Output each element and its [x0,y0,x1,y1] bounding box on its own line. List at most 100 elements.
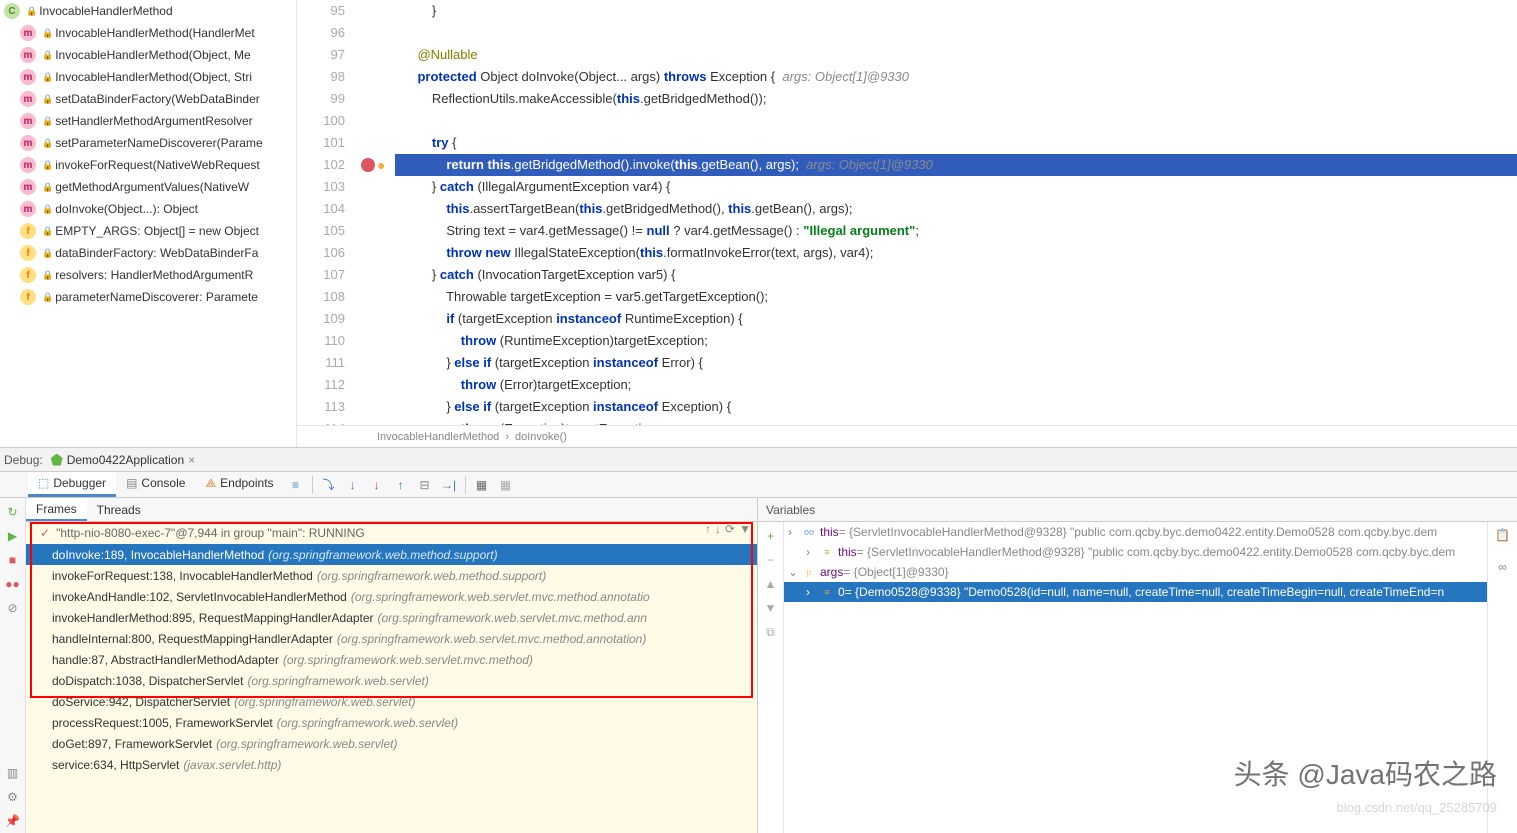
next-frame-icon[interactable]: ↓ [715,522,721,536]
layout-icon[interactable]: ▥ [3,763,23,783]
thread-header[interactable]: ✓ "http-nio-8080-exec-7"@7,944 in group … [26,522,757,544]
step-out-icon[interactable]: ↑ [390,474,412,496]
gutter-markers[interactable]: ● [357,0,395,425]
trace-icon[interactable]: ▦ [495,474,517,496]
new-watch-icon[interactable]: + [761,526,781,546]
debug-left-rail: ↻ ▶ ■ ●● ⊘ ▥ ⚙ 📌 [0,498,26,833]
outline-class[interactable]: C 🔒 InvocableHandlerMethod [0,0,296,22]
tab-endpoints[interactable]: ⟁Endpoints [195,472,283,497]
stack-frame[interactable]: processRequest:1005, FrameworkServlet(or… [26,712,757,733]
class-icon: C [4,3,20,19]
code-editor[interactable]: 9596979899100101102103104105106107108109… [297,0,1517,447]
run-config[interactable]: Demo0422Application × [51,453,195,467]
variables-list[interactable]: ›oothis = {ServletInvocableHandlerMethod… [784,522,1487,833]
force-step-into-icon[interactable]: ↓ [366,474,388,496]
stack-frame[interactable]: handle:87, AbstractHandlerMethodAdapter(… [26,649,757,670]
debug-label: Debug: [4,453,43,467]
stack-frame[interactable]: invokeForRequest:138, InvocableHandlerMe… [26,565,757,586]
outline-member[interactable]: m🔒getMethodArgumentValues(NativeW [0,176,296,198]
method-icon: m [20,135,36,151]
outline-member[interactable]: m🔒InvocableHandlerMethod(Object, Me [0,44,296,66]
line-gutter[interactable]: 9596979899100101102103104105106107108109… [297,0,357,425]
clipboard-icon[interactable]: 📋 [1495,528,1510,542]
mute-bp-icon[interactable]: ⊘ [3,598,23,618]
chevron-icon[interactable]: ⌄ [788,565,802,579]
stack-frame[interactable]: invokeAndHandle:102, ServletInvocableHan… [26,586,757,607]
settings-icon[interactable]: ⚙ [3,787,23,807]
frames-subtabs: Frames Threads [26,498,757,522]
outline-member[interactable]: f🔒dataBinderFactory: WebDataBinderFa [0,242,296,264]
method-icon: m [20,25,36,41]
stack-frame[interactable]: invokeHandlerMethod:895, RequestMappingH… [26,607,757,628]
drop-frame-icon[interactable]: ⊟ [414,474,436,496]
prev-frame-icon[interactable]: ↑ [705,522,711,536]
outline-member[interactable]: f🔒parameterNameDiscoverer: Paramete [0,286,296,308]
chevron-icon[interactable]: › [806,585,820,599]
field-icon: f [20,289,36,305]
debug-toolbar: ⬚Debugger ▤Console ⟁Endpoints ≡ ⤵ ↓ ↓ ↑ … [0,472,1517,498]
variable-row[interactable]: ⌄pargs = {Object[1]@9330} [784,562,1487,582]
variables-header: Variables [758,498,1517,522]
frames-list[interactable]: ✓ "http-nio-8080-exec-7"@7,944 in group … [26,522,757,833]
up-icon[interactable]: ▲ [761,574,781,594]
chevron-icon[interactable]: › [788,525,802,539]
outline-member[interactable]: m🔒setHandlerMethodArgumentResolver [0,110,296,132]
stack-frame[interactable]: doDispatch:1038, DispatcherServlet(org.s… [26,670,757,691]
outline-member[interactable]: f🔒resolvers: HandlerMethodArgumentR [0,264,296,286]
breadcrumb[interactable]: InvocableHandlerMethod › doInvoke() [297,425,1517,447]
method-icon: m [20,47,36,63]
step-into-icon[interactable]: ↓ [342,474,364,496]
evaluate-icon[interactable]: ▦ [471,474,493,496]
outline-member[interactable]: m🔒invokeForRequest(NativeWebRequest [0,154,296,176]
threads-icon[interactable]: ≡ [285,474,307,496]
resume-icon[interactable]: ▶ [3,526,23,546]
method-icon: m [20,179,36,195]
outline-member[interactable]: f🔒EMPTY_ARGS: Object[] = new Object [0,220,296,242]
vars-toolbar: + − ▲ ▼ ⧉ [758,522,784,833]
lock-icon: 🔒 [42,72,53,83]
field-icon: f [20,223,36,239]
field-icon: f [20,267,36,283]
down-icon[interactable]: ▼ [761,598,781,618]
outline-member[interactable]: m🔒InvocableHandlerMethod(HandlerMet [0,22,296,44]
copy-icon[interactable]: ⧉ [761,622,781,642]
stack-frame[interactable]: doInvoke:189, InvocableHandlerMethod(org… [26,544,757,565]
method-icon: m [20,91,36,107]
outline-member[interactable]: m🔒setParameterNameDiscoverer(Parame [0,132,296,154]
rerun-icon[interactable]: ↻ [3,502,23,522]
funnel-icon[interactable]: ▼ [739,522,751,536]
stack-frame[interactable]: doService:942, DispatcherServlet(org.spr… [26,691,757,712]
lock-icon: 🔒 [42,270,53,281]
filter-icon[interactable]: ⟳ [725,522,735,536]
subtab-frames[interactable]: Frames [26,498,87,521]
remove-watch-icon[interactable]: − [761,550,781,570]
lock-icon: 🔒 [42,160,53,171]
code-area[interactable]: } @Nullable protected Object doInvoke(Ob… [395,0,1517,425]
chevron-icon[interactable]: › [806,545,820,559]
close-icon[interactable]: × [188,453,195,467]
view-bp-icon[interactable]: ●● [3,574,23,594]
variables-panel[interactable]: Variables + − ▲ ▼ ⧉ ›oothis = {ServletIn… [757,498,1517,833]
step-over-icon[interactable]: ⤵ [318,474,340,496]
stack-frame[interactable]: service:634, HttpServlet(javax.servlet.h… [26,754,757,775]
field-icon: f [20,245,36,261]
breakpoint-icon[interactable] [361,158,375,172]
run-to-cursor-icon[interactable]: →| [438,474,460,496]
method-icon: m [20,113,36,129]
outline-member[interactable]: m🔒setDataBinderFactory(WebDataBinder [0,88,296,110]
tab-console[interactable]: ▤Console [116,472,195,497]
outline-member[interactable]: m🔒InvocableHandlerMethod(Object, Stri [0,66,296,88]
structure-outline[interactable]: C 🔒 InvocableHandlerMethod m🔒InvocableHa… [0,0,297,447]
variable-row[interactable]: ›≡this = {ServletInvocableHandlerMethod@… [784,542,1487,562]
variable-row[interactable]: ›≡0 = {Demo0528@9338} "Demo0528(id=null,… [784,582,1487,602]
debug-panel: Debug: Demo0422Application × ⬚Debugger ▤… [0,448,1517,833]
stack-frame[interactable]: doGet:897, FrameworkServlet(org.springfr… [26,733,757,754]
tab-debugger[interactable]: ⬚Debugger [28,472,116,497]
outline-member[interactable]: m🔒doInvoke(Object...): Object [0,198,296,220]
stop-icon[interactable]: ■ [3,550,23,570]
pin-icon[interactable]: 📌 [3,811,23,831]
variable-row[interactable]: ›oothis = {ServletInvocableHandlerMethod… [784,522,1487,542]
subtab-threads[interactable]: Threads [87,498,151,521]
stack-frame[interactable]: handleInternal:800, RequestMappingHandle… [26,628,757,649]
link-icon[interactable]: ∞ [1498,560,1507,574]
